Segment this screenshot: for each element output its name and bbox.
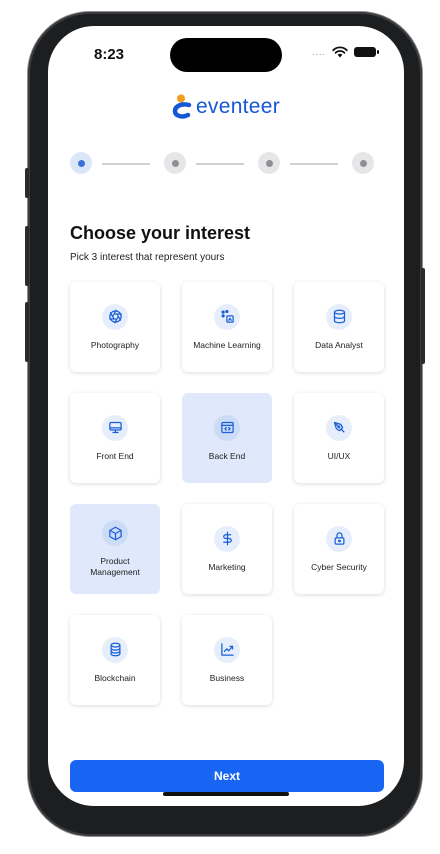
interest-label: Cyber Security [311, 561, 367, 572]
interest-label: Product Management [90, 556, 140, 577]
volume-down-button [25, 302, 29, 362]
database-icon [333, 309, 345, 324]
brand-name: eventeer [195, 95, 281, 118]
interest-card-front-end[interactable]: Front End [70, 393, 160, 483]
eventeer-logo-icon [172, 94, 192, 119]
progress-stepper [70, 152, 376, 176]
step-3 [258, 152, 280, 174]
interest-label: Machine Learning [193, 339, 261, 350]
code-window-icon [220, 421, 234, 434]
home-indicator [163, 792, 289, 796]
volume-up-button [25, 226, 29, 286]
interest-card-machine-learning[interactable]: Machine Learning [182, 282, 272, 372]
step-1 [70, 152, 92, 174]
interest-card-blockchain[interactable]: Blockchain [70, 615, 160, 705]
machine-learning-icon [221, 309, 234, 323]
interest-card-business[interactable]: Business [182, 615, 272, 705]
mute-switch [25, 168, 29, 198]
step-4 [352, 152, 374, 174]
brand-header: eventeer [48, 94, 404, 120]
lock-icon [334, 532, 344, 545]
status-indicators: .... [311, 46, 379, 58]
interest-card-back-end[interactable]: Back End [182, 393, 272, 483]
box-icon [108, 526, 122, 540]
step-connector [102, 163, 150, 165]
page-subtitle: Pick 3 interest that represent yours [70, 252, 225, 263]
status-time: 8:23 [94, 46, 125, 63]
blockchain-icon [110, 642, 120, 657]
interest-label: Business [209, 672, 245, 683]
pen-tool-icon [333, 421, 344, 433]
interest-card-marketing[interactable]: Marketing [182, 504, 272, 594]
interest-label: Back End [208, 450, 246, 461]
dollar-icon [222, 531, 232, 546]
next-button[interactable]: Next [70, 760, 384, 792]
signal-dots: .... [311, 47, 326, 57]
interest-card-photography[interactable]: Photography [70, 282, 160, 372]
interest-card-data-analyst[interactable]: Data Analyst [294, 282, 384, 372]
page-title: Choose your interest [70, 223, 251, 243]
interest-card-product-management[interactable]: Product Management [70, 504, 160, 594]
interest-label: Data Analyst [315, 339, 363, 350]
interest-label: Photography [90, 339, 140, 350]
interest-card-ui-ux[interactable]: UI/UX [294, 393, 384, 483]
interest-grid: Photography Machine Learning Data Analys… [70, 282, 384, 705]
wifi-icon [332, 46, 348, 58]
step-2 [164, 152, 186, 174]
interest-label: Marketing [208, 561, 246, 572]
aperture-icon [108, 309, 122, 324]
monitor-icon [108, 421, 122, 434]
battery-icon [354, 47, 379, 57]
chart-icon [220, 643, 234, 656]
step-connector [196, 163, 244, 165]
interest-label: UI/UX [327, 450, 351, 461]
app-screen: 8:23 .... eventeer Choose your interest … [48, 26, 404, 806]
step-connector [290, 163, 338, 165]
power-button [421, 268, 425, 364]
interest-label: Front End [96, 450, 134, 461]
interest-label: Blockchain [94, 672, 136, 683]
dynamic-island [170, 38, 282, 72]
interest-card-cyber-security[interactable]: Cyber Security [294, 504, 384, 594]
